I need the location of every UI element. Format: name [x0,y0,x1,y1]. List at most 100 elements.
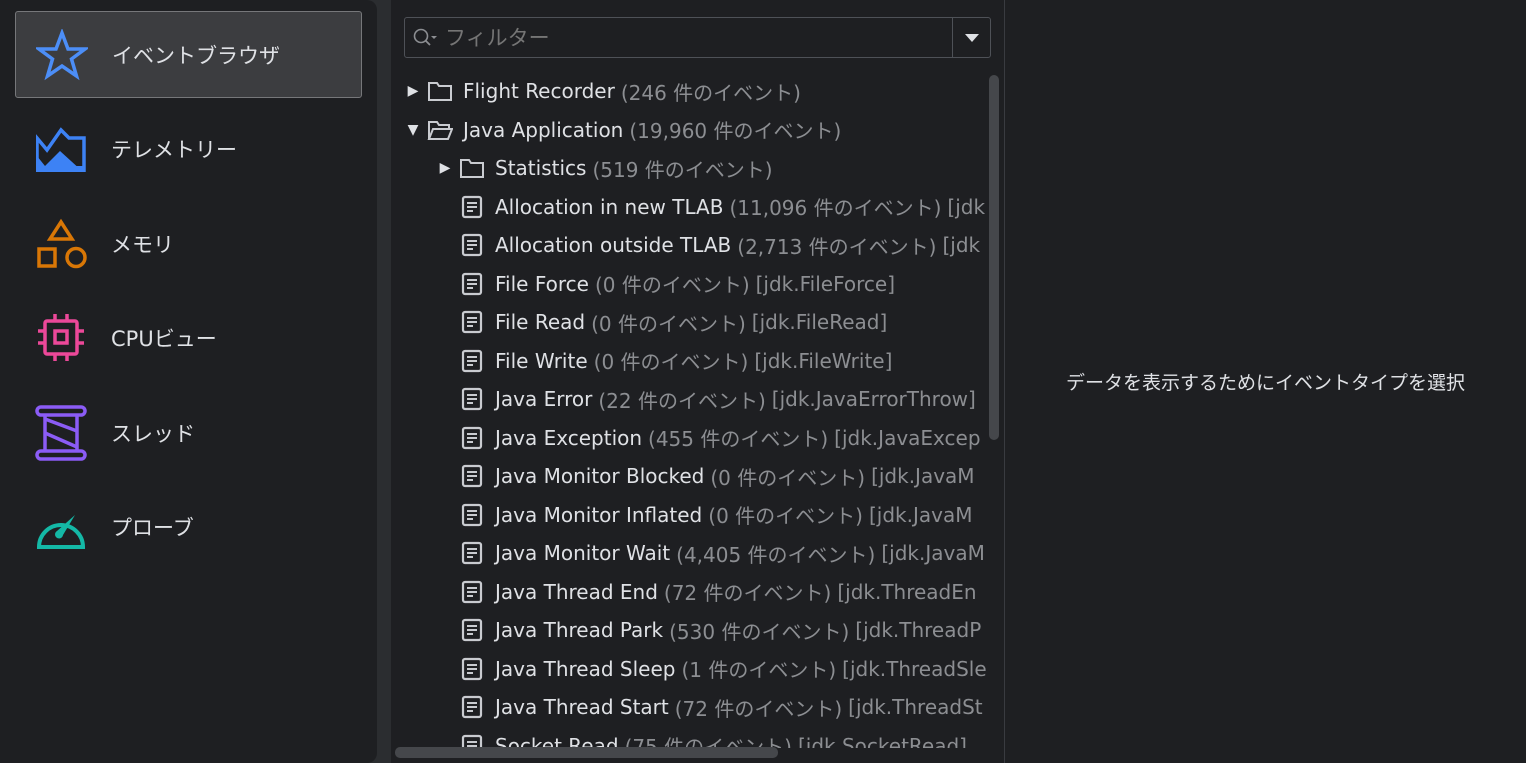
tree-item[interactable]: Allocation in new TLAB (11,096 件のイベント) [jd… [433,189,985,225]
sidebar-item-label: テレメトリー [111,138,237,162]
item-name: Java Monitor Wait [495,541,671,565]
event-type-icon [457,657,487,681]
sidebar-item-0[interactable]: イベントブラウザ [15,11,362,98]
tree-item[interactable]: Socket Read (75 件のイベント) [jdk.SocketRead] [433,728,967,749]
sidebar-item-label: イベントブラウザ [112,43,280,68]
event-count: (0 件のイベント) [591,311,746,336]
filter-field[interactable] [404,17,991,58]
tree-item[interactable]: Java Error (22 件のイベント) [jdk.JavaErrorThrow… [433,381,976,417]
tree-item[interactable]: File Force (0 件のイベント) [jdk.FileForce] [433,266,895,302]
item-name: Java Exception [495,425,643,450]
folder-icon [457,157,487,179]
spool-icon [33,404,89,461]
event-count: (0 件のイベント) [593,350,749,374]
tree-item[interactable]: Java Exception (455 件のイベント) [jdk.JavaExcep [433,420,981,456]
tree-item[interactable]: Java Thread Park (530 件のイベント) [jdk.ThreadP [433,612,981,648]
item-name: Java Thread End [495,579,658,604]
folder-icon [425,80,455,102]
folder-open-icon [425,119,455,141]
event-type-id: [jdk.JavaErrorThrow] [771,387,976,411]
collapsed-arrow-icon[interactable]: ▶ [433,160,457,176]
event-type-icon [457,541,487,565]
event-type-icon [457,349,487,373]
item-name: File Write [495,348,588,373]
event-count: (75 件のイベント) [624,735,792,748]
item-name: File Read [495,310,586,334]
event-type-icon [457,426,487,450]
tree-item[interactable]: Java Monitor Blocked (0 件のイベント) [jdk.JavaM [433,458,975,494]
item-name: Allocation outside TLAB [495,233,732,257]
tree-item[interactable]: File Write (0 件のイベント) [jdk.FileWrite] [433,343,892,379]
item-name: Java Monitor Inflated [495,502,703,527]
event-type-id: [jdk.ThreadSle [842,656,987,681]
event-type-id: [jdk.JavaM [881,541,985,565]
event-type-id: [jdk.JavaM [868,502,973,527]
event-type-id: [jdk [942,233,981,257]
view-sidebar: イベントブラウザ テレメトリー メモリ CPUビュースレッドプローブ [0,0,377,763]
sidebar-item-label: CPUビュー [111,327,217,351]
star-icon [34,27,90,83]
event-type-icon [457,310,487,334]
tree-item[interactable]: Java Thread Start (72 件のイベント) [jdk.ThreadS… [433,689,983,725]
item-name: File Force [495,271,589,296]
sidebar-item-5[interactable]: プローブ [15,484,362,571]
event-type-id: [jdk.ThreadEn [837,579,977,604]
event-count: (1 件のイベント) [681,658,837,682]
event-type-id: [jdk.FileRead] [751,310,888,334]
event-type-id: [jdk.FileWrite] [754,348,893,373]
tree-item[interactable]: Java Monitor Wait (4,405 件のイベント) [jdk.Java… [433,535,985,571]
tree-item[interactable]: Java Monitor Inflated (0 件のイベント) [jdk.Java… [433,497,972,533]
collapsed-arrow-icon[interactable]: ▶ [401,83,425,99]
event-type-icon [457,580,487,604]
tree-folder[interactable]: ▶ Statistics (519 件のイベント) [433,150,773,186]
chevron-down-icon [964,33,979,42]
event-type-id: [jdk.SocketRead] [797,733,967,749]
sidebar-item-label: メモリ [111,232,174,257]
item-name: Java Thread Start [495,695,669,719]
tree-folder[interactable]: ▶ Flight Recorder (246 件のイベント) [401,73,801,109]
telemetry-chart-icon [33,121,89,177]
tree-item[interactable]: Java Thread Sleep (1 件のイベント) [jdk.ThreadSl… [433,651,987,687]
empty-state-message: データを表示するためにイベントタイプを選択 [1065,372,1465,394]
tree-item[interactable]: File Read (0 件のイベント) [jdk.FileRead] [433,304,887,340]
item-name: Java Application [463,117,624,142]
item-name: Statistics [495,156,587,180]
vertical-scrollbar[interactable] [989,75,999,440]
item-name: Socket Read [495,733,619,749]
event-count: (455 件のイベント) [648,427,829,451]
sidebar-item-3[interactable]: CPUビュー [15,295,362,382]
event-type-id: [jdk.FileForce] [755,271,895,296]
horizontal-scrollbar[interactable] [395,747,778,758]
item-name: Java Thread Sleep [495,656,676,681]
sidebar-item-1[interactable]: テレメトリー [15,106,362,193]
event-type-id: [jdk [947,194,986,219]
expanded-arrow-icon[interactable]: ▼ [401,122,425,138]
event-type-icon [457,464,487,488]
sidebar-item-2[interactable]: メモリ [15,200,362,287]
event-type-icon [457,387,487,411]
event-type-id: [jdk.JavaExcep [834,425,981,450]
shapes-icon [33,216,89,272]
event-count: (72 件のイベント) [674,696,843,721]
tree-item[interactable]: Java Thread End (72 件のイベント) [jdk.ThreadEn [433,574,977,610]
sidebar-item-4[interactable]: スレッド [15,389,362,476]
event-type-icon [457,233,487,257]
event-type-id: [jdk.ThreadSt [848,695,983,719]
tree-item[interactable]: Allocation outside TLAB (2,713 件のイベント) [jd… [433,227,980,263]
event-tree: ▶ Flight Recorder (246 件のイベント) ▼ Java Applic… [391,72,988,748]
tree-folder[interactable]: ▼ Java Application (19,960 件のイベント) [401,112,842,148]
sidebar-item-label: プローブ [111,516,194,540]
search-icon[interactable] [405,27,445,49]
event-type-icon [457,734,487,748]
event-type-icon [457,272,487,296]
filter-dropdown-button[interactable] [952,18,990,57]
event-type-icon [457,503,487,527]
event-count: (519 件のイベント) [592,157,773,182]
event-count: (0 件のイベント) [708,504,863,528]
filter-input[interactable] [445,25,952,50]
event-count: (22 件のイベント) [598,388,766,413]
event-type-id: [jdk.ThreadP [855,618,982,642]
item-name: Java Monitor Blocked [495,464,705,488]
event-count: (2,713 件のイベント) [737,234,937,259]
item-name: Allocation in new TLAB [495,194,724,219]
